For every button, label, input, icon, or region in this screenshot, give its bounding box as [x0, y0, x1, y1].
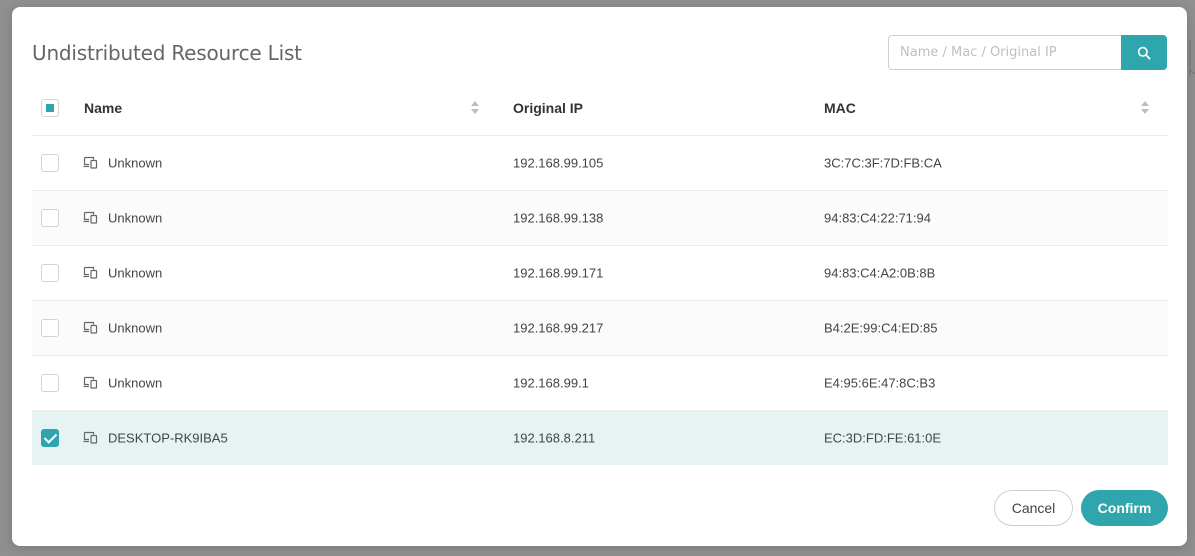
row-checkbox[interactable]: [41, 264, 59, 282]
cell-name: Unknown: [108, 155, 163, 171]
table-body: Unknown 192.168.99.105 3C:7C:3F:7D:FB:CA Un…: [32, 136, 1168, 465]
cell-mac: 94:83:C4:22:71:94: [824, 210, 931, 226]
cell-original-ip: 192.168.99.105: [513, 155, 604, 171]
dialog-title: Undistributed Resource List: [32, 41, 302, 65]
confirm-button[interactable]: Confirm: [1081, 490, 1168, 526]
column-header-mac: MAC: [824, 99, 856, 116]
search-input[interactable]: [888, 35, 1121, 70]
table-row[interactable]: Unknown 192.168.99.171 94:83:C4:A2:0B:8B: [32, 246, 1168, 301]
undistributed-resource-dialog: Undistributed Resource List Name Origina…: [12, 7, 1187, 546]
cell-mac: B4:2E:99:C4:ED:85: [824, 320, 938, 336]
select-all-checkbox[interactable]: [41, 98, 59, 117]
cell-name: Unknown: [108, 320, 163, 336]
table-row[interactable]: Unknown 192.168.99.217 B4:2E:99:C4:ED:85: [32, 301, 1168, 356]
cell-mac: 3C:7C:3F:7D:FB:CA: [824, 155, 942, 171]
resource-table: Name Original IP MAC Unknown 192.168.99.1…: [32, 80, 1168, 465]
search-box: [888, 35, 1167, 70]
table-row[interactable]: Unknown 192.168.99.138 94:83:C4:22:71:94: [32, 191, 1168, 246]
row-checkbox[interactable]: [41, 319, 59, 337]
cancel-button[interactable]: Cancel: [994, 490, 1073, 526]
devices-icon: [83, 376, 98, 389]
cell-original-ip: 192.168.8.211: [513, 430, 596, 446]
devices-icon: [83, 431, 98, 444]
cell-name: Unknown: [108, 210, 163, 226]
cell-mac: EC:3D:FD:FE:61:0E: [824, 430, 942, 446]
background-edge-icon: [1189, 40, 1195, 76]
mac-sort-icon[interactable]: [1140, 100, 1150, 115]
devices-icon: [83, 211, 98, 224]
search-icon: [1137, 46, 1151, 60]
search-button[interactable]: [1121, 35, 1167, 70]
devices-icon: [83, 321, 98, 334]
devices-icon: [83, 156, 98, 169]
table-row[interactable]: DESKTOP-RK9IBA5 192.168.8.211 EC:3D:FD:FE:…: [32, 411, 1168, 465]
cell-name: Unknown: [108, 375, 163, 391]
cell-mac: E4:95:6E:47:8C:B3: [824, 375, 936, 391]
cell-name: Unknown: [108, 265, 163, 281]
name-sort-icon[interactable]: [470, 100, 480, 115]
cell-original-ip: 192.168.99.1: [513, 375, 589, 391]
cell-original-ip: 192.168.99.138: [513, 210, 604, 226]
devices-icon: [83, 266, 98, 279]
row-checkbox[interactable]: [41, 209, 59, 227]
cell-original-ip: 192.168.99.217: [513, 320, 604, 336]
table-header: Name Original IP MAC: [32, 80, 1168, 136]
row-checkbox[interactable]: [41, 374, 59, 392]
column-header-original-ip: Original IP: [513, 99, 584, 116]
table-row[interactable]: Unknown 192.168.99.1 E4:95:6E:47:8C:B3: [32, 356, 1168, 411]
row-checkbox[interactable]: [41, 154, 59, 172]
table-row[interactable]: Unknown 192.168.99.105 3C:7C:3F:7D:FB:CA: [32, 136, 1168, 191]
row-checkbox[interactable]: [41, 429, 59, 447]
column-header-name: Name: [84, 99, 123, 116]
cell-mac: 94:83:C4:A2:0B:8B: [824, 265, 936, 281]
cell-original-ip: 192.168.99.171: [513, 265, 604, 281]
cell-name: DESKTOP-RK9IBA5: [108, 430, 228, 446]
